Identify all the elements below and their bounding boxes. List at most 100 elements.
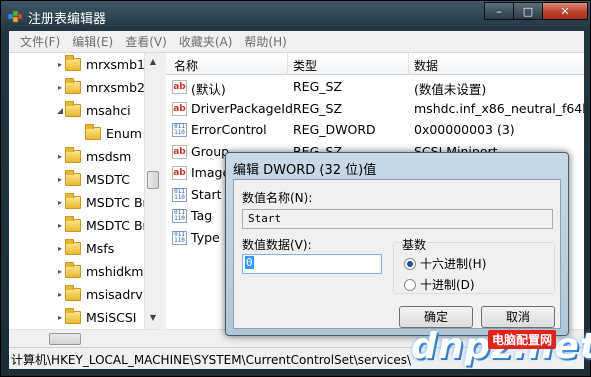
value-name-cell: Type <box>191 229 220 245</box>
expand-arrow-icon[interactable]: ▸ <box>55 175 65 184</box>
column-divider[interactable] <box>287 53 288 75</box>
window-title: 注册表编辑器 <box>28 12 107 27</box>
radio-hexadecimal-label: 十六进制(H) <box>420 257 487 271</box>
tree-item[interactable]: ◢ msahci <box>55 99 131 121</box>
menu-view[interactable]: 查看(V) <box>119 33 173 50</box>
tree-item[interactable]: Enum <box>75 122 142 144</box>
value-type-cell: REG_SZ <box>293 100 343 116</box>
expand-arrow-icon[interactable]: ▸ <box>55 290 65 299</box>
value-data-cell: mshdc.inf_x86_neutral_f64b9c <box>414 100 584 116</box>
expand-arrow-icon[interactable]: ◢ <box>55 106 65 115</box>
tree-item-label: mrxsmb20 <box>86 79 153 95</box>
expand-arrow-icon[interactable]: ▸ <box>55 152 65 161</box>
column-divider[interactable] <box>408 53 409 75</box>
value-data-cell: 0x00000003 (3) <box>414 122 515 137</box>
folder-icon <box>65 215 81 232</box>
value-type-cell: REG_DWORD <box>293 122 376 137</box>
column-header-name[interactable]: 名称 <box>174 57 198 74</box>
tree-item[interactable]: ▸ mrxsmb10 <box>55 53 153 75</box>
menu-file[interactable]: 文件(F) <box>14 33 66 50</box>
scroll-thumb[interactable] <box>147 171 159 189</box>
value-name-label: 数值名称(N): <box>242 191 313 205</box>
folder-icon <box>65 54 81 71</box>
menu-favorites[interactable]: 收藏夹(A) <box>173 33 239 50</box>
column-header-type[interactable]: 类型 <box>293 57 317 74</box>
expand-arrow-icon[interactable]: ▸ <box>55 60 65 69</box>
minimize-button[interactable]: – <box>484 2 514 20</box>
tree-item-label: mrxsmb10 <box>86 56 153 72</box>
title-bar[interactable]: 注册表编辑器 – □ ✕ <box>1 1 591 31</box>
close-button[interactable]: ✕ <box>542 2 588 20</box>
string-value-icon: ab <box>172 166 187 180</box>
tree-item[interactable]: ▸ MSDTC Br <box>55 214 148 236</box>
table-row[interactable]: ab DriverPackageId REG_SZ mshdc.inf_x86_neu… <box>166 99 584 120</box>
expand-arrow-icon[interactable]: ▸ <box>55 83 65 92</box>
tree-item-label: MSDTC <box>86 171 130 187</box>
value-name-cell: Tag <box>191 208 213 223</box>
registry-app-icon <box>7 10 23 23</box>
radio-decimal-label: 十进制(D) <box>420 278 475 292</box>
tree-item-label: mshidkmd <box>86 263 152 279</box>
tree-horizontal-scrollbar[interactable] <box>9 329 161 347</box>
expand-arrow-icon[interactable]: ▸ <box>55 244 65 253</box>
tree-item-label: MSDTC Br <box>86 217 148 233</box>
edit-dword-dialog: 编辑 DWORD (32 位)值 数值名称(N): Start 数值数据(V):… <box>225 152 569 336</box>
table-row[interactable]: ab (默认) REG_SZ (数值未设置) <box>166 77 584 98</box>
binary-value-icon: 011 110 <box>172 187 187 202</box>
folder-icon <box>85 123 101 140</box>
tree-item[interactable]: ▸ MSiSCSI <box>55 306 136 328</box>
value-name-field: Start <box>242 209 553 229</box>
folder-icon <box>65 100 81 117</box>
value-data-label: 数值数据(V): <box>242 238 312 252</box>
value-data-cell: (数值未设置) <box>414 82 487 97</box>
value-name-cell: Start <box>191 186 222 202</box>
expand-arrow-icon[interactable]: ▸ <box>55 267 65 276</box>
binary-value-icon: 011 110 <box>172 123 187 137</box>
ok-button[interactable]: 确定 <box>399 306 473 328</box>
tree-item-label: MSiSCSI <box>86 309 137 325</box>
column-header-data[interactable]: 数据 <box>414 57 438 74</box>
radio-decimal[interactable]: 十进制(D) <box>404 276 475 293</box>
folder-icon <box>65 146 81 163</box>
scroll-thumb[interactable] <box>49 333 81 345</box>
menu-edit[interactable]: 编辑(E) <box>66 33 119 50</box>
tree-item-label: MSDTC Br <box>86 194 148 210</box>
folder-icon <box>65 261 81 278</box>
expand-arrow-icon[interactable]: ▸ <box>55 198 65 207</box>
tree-item-label: Enum <box>106 125 142 141</box>
radio-hexadecimal[interactable]: 十六进制(H) <box>404 255 486 272</box>
folder-icon <box>65 307 81 324</box>
tree-item-label: msisadrv <box>86 286 143 302</box>
menu-help[interactable]: 帮助(H) <box>238 33 292 50</box>
value-name-cell: (默认) <box>191 82 226 97</box>
tree-item[interactable]: ▸ MSDTC Br <box>55 191 148 213</box>
tree-item[interactable]: ▸ mshidkmd <box>55 260 151 282</box>
expand-arrow-icon[interactable]: ▸ <box>55 313 65 322</box>
window-controls: – □ ✕ <box>484 2 588 20</box>
value-data-input[interactable]: 0 <box>242 254 382 274</box>
dialog-body: 数值名称(N): Start 数值数据(V): 0 基数 十六进制(H) 十进制… <box>233 179 561 329</box>
folder-icon <box>65 77 81 94</box>
folder-icon <box>65 284 81 301</box>
tree-item[interactable]: ▸ mrxsmb20 <box>55 76 153 98</box>
tree-item[interactable]: ▸ msdsm <box>55 145 131 167</box>
folder-icon <box>65 238 81 255</box>
folder-icon <box>65 192 81 209</box>
tree-item[interactable]: ▸ msisadrv <box>55 283 143 305</box>
value-name-cell: DriverPackageId <box>191 100 293 116</box>
expand-arrow-icon[interactable]: ▸ <box>55 221 65 230</box>
scroll-up-icon[interactable]: ▲ <box>147 55 159 69</box>
value-name-cell: Group <box>191 143 230 159</box>
tree-vertical-scrollbar[interactable]: ▲ ▼ <box>144 53 161 329</box>
tree-item[interactable]: ▸ Msfs <box>55 237 114 259</box>
maximize-button[interactable]: □ <box>513 2 543 20</box>
binary-value-icon: 011 110 <box>172 230 187 245</box>
table-row[interactable]: 011 110 ErrorControl REG_DWORD 0x00000003 (… <box>166 120 584 141</box>
binary-value-icon: 011 110 <box>172 209 187 223</box>
scroll-down-icon[interactable]: ▼ <box>147 311 159 325</box>
value-name-cell: ErrorControl <box>191 122 267 137</box>
dialog-title: 编辑 DWORD (32 位)值 <box>233 163 377 178</box>
cancel-button[interactable]: 取消 <box>481 306 555 328</box>
tree-item[interactable]: ▸ MSDTC <box>55 168 130 190</box>
tree-item-label: msahci <box>86 102 131 118</box>
